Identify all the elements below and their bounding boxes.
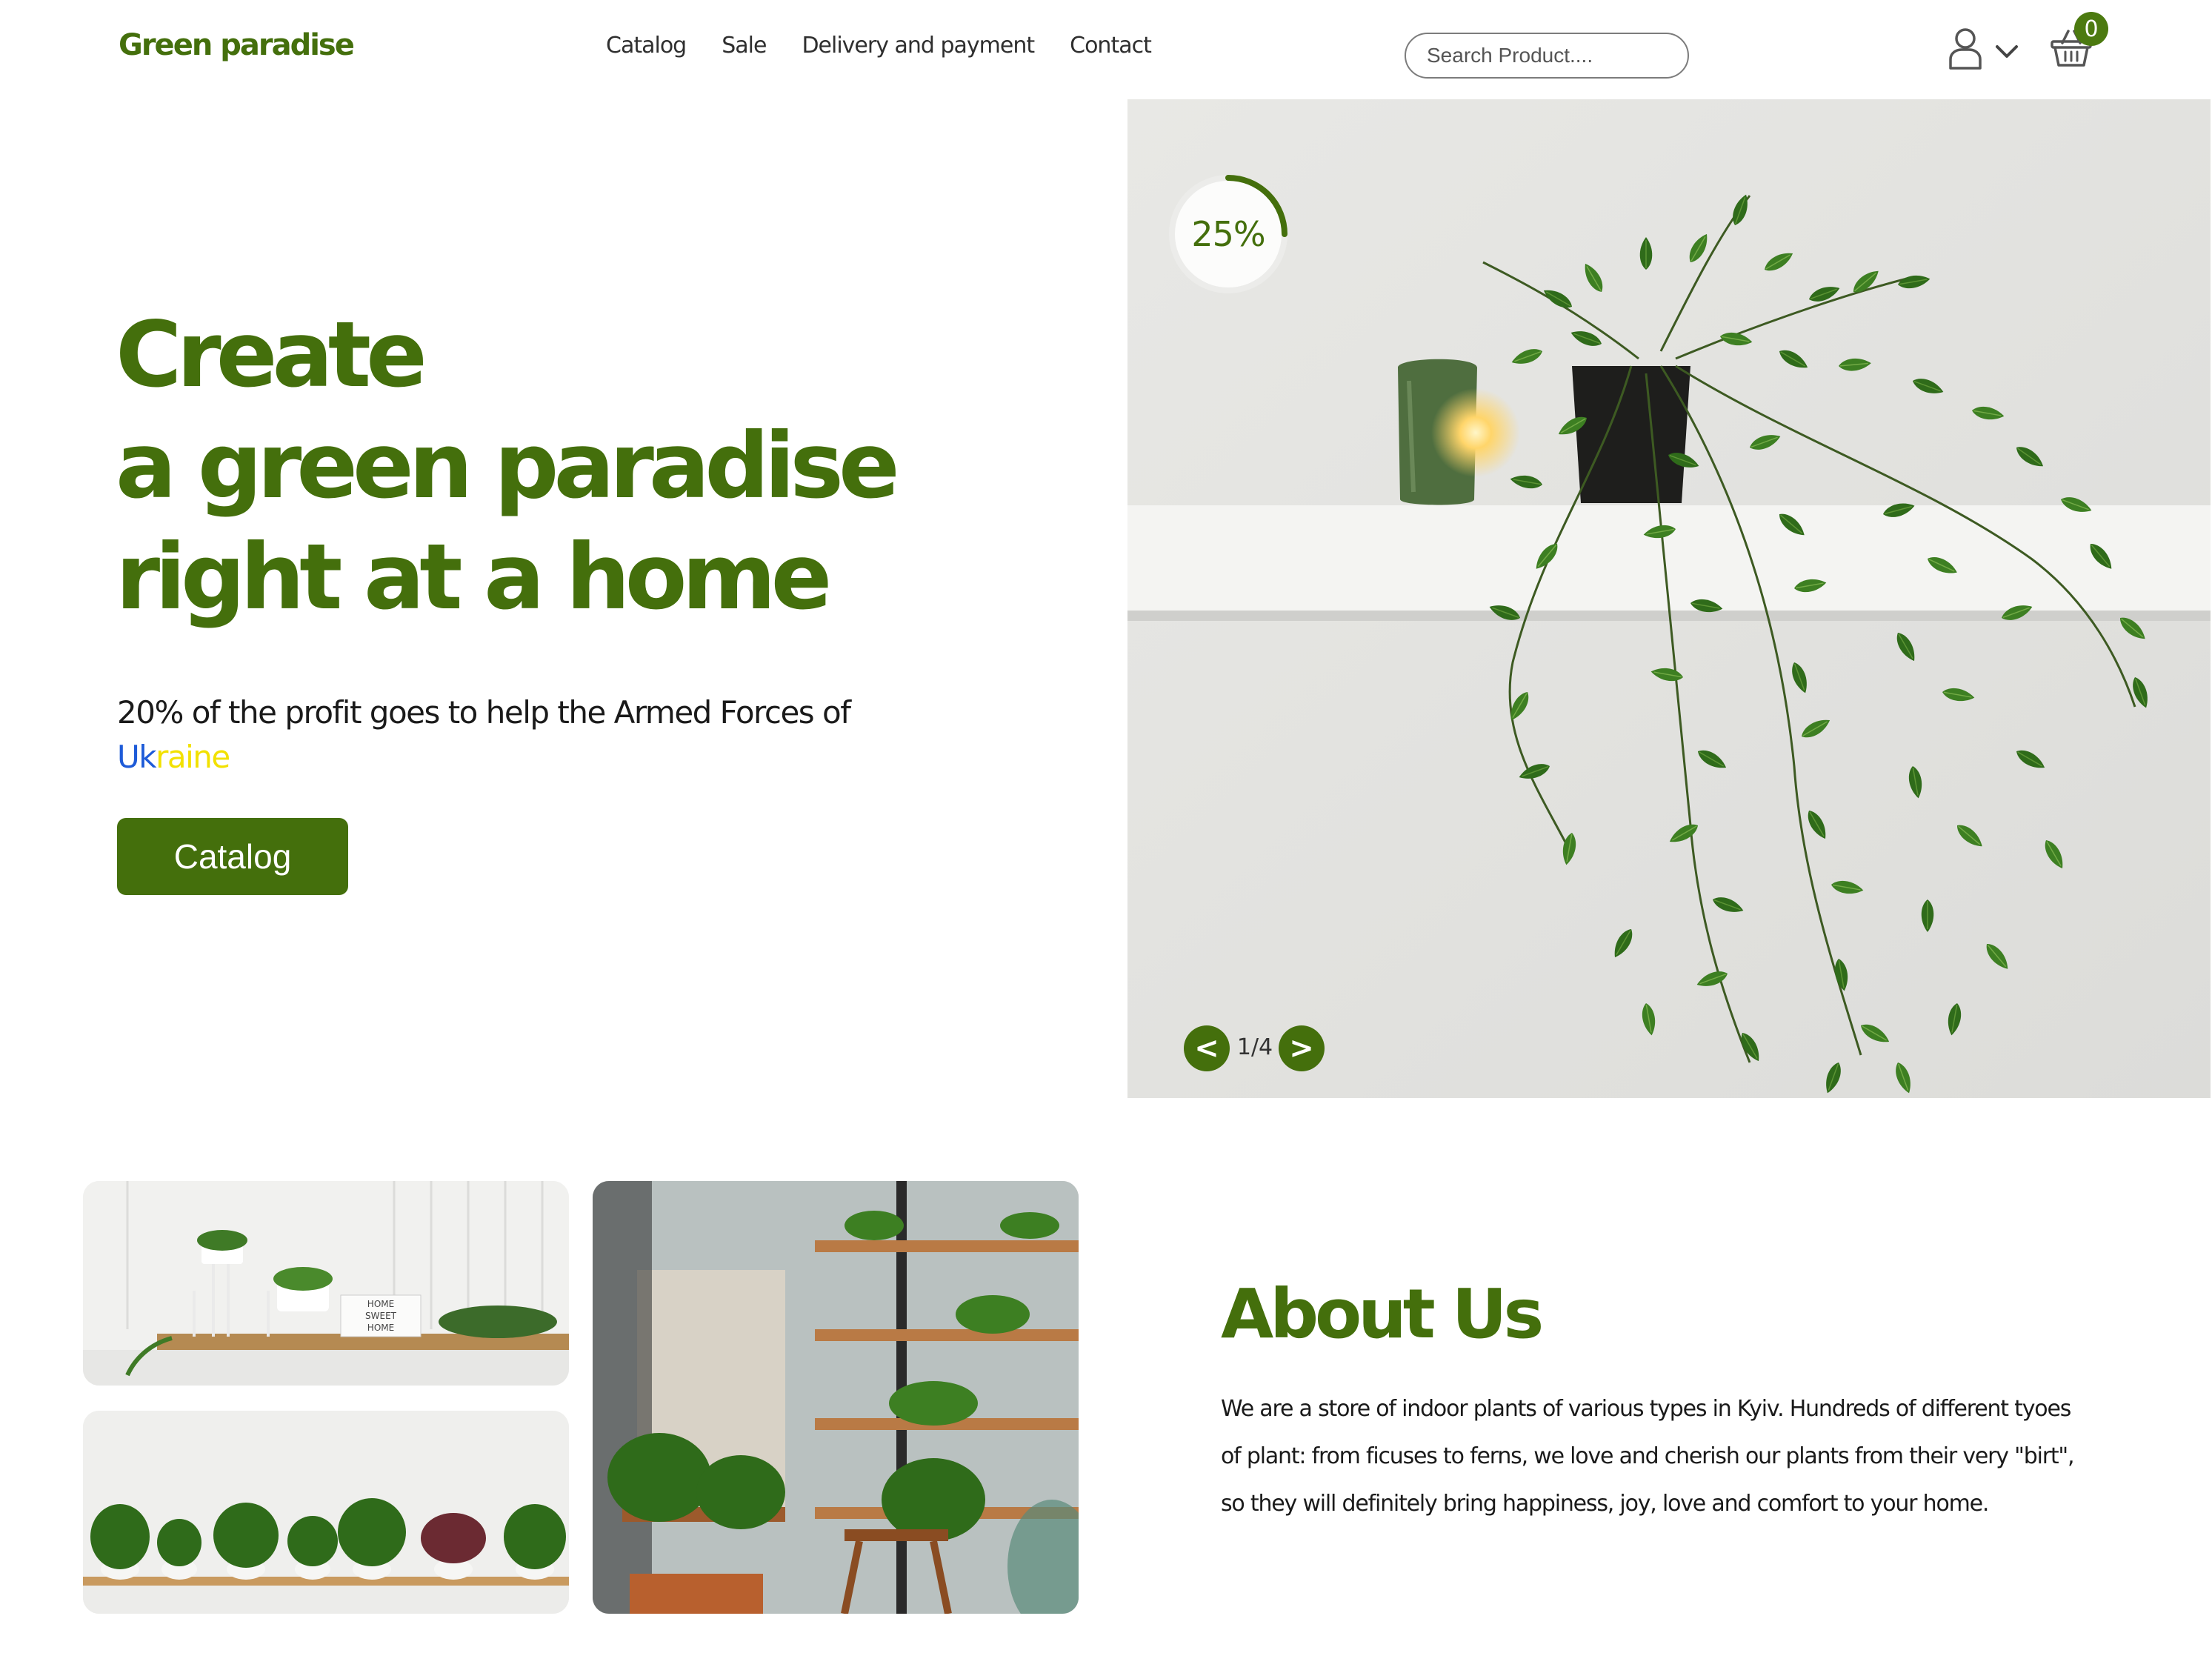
svg-text:HOME: HOME — [367, 1299, 394, 1309]
ukraine-blue-text: Uk — [117, 739, 157, 775]
row-of-potted-plants-illustration — [83, 1411, 569, 1614]
hero-title-line: Create — [116, 302, 427, 408]
slide-counter: 1/4 — [1236, 1034, 1273, 1060]
hero-title-line: a green paradise — [116, 413, 900, 519]
catalog-button[interactable]: Catalog — [117, 818, 348, 895]
search-input[interactable] — [1405, 33, 1689, 79]
about-text: We are a store of indoor plants of vario… — [1221, 1396, 2075, 1517]
hero-slider-image: 25% < 1/4 > — [1127, 99, 2211, 1098]
main-nav: Catalog Sale Delivery and payment Contac… — [606, 33, 1152, 59]
hero-title: Create a green paradise right at a home — [116, 299, 900, 633]
hero-title-line: right at a home — [116, 525, 832, 630]
plant-shop-interior-illustration — [593, 1181, 1079, 1614]
cart-count-badge: 0 — [2074, 12, 2108, 46]
svg-text:SWEET: SWEET — [365, 1311, 397, 1321]
svg-text:HOME: HOME — [367, 1323, 394, 1333]
slider-next-button[interactable]: > — [1279, 1025, 1325, 1071]
about-title: About Us — [1221, 1274, 1544, 1354]
hero-subtitle: 20% of the profit goes to help the Armed… — [117, 691, 851, 779]
plants-on-wooden-shelf-illustration: HOME SWEET HOME — [83, 1181, 569, 1386]
site-logo[interactable]: Green paradise — [119, 28, 355, 62]
chevron-down-icon[interactable] — [1994, 43, 2019, 61]
ukraine-yellow-text: raine — [156, 739, 230, 775]
hero-subtitle-text: 20% of the profit goes to help the Armed… — [117, 694, 851, 731]
slider-prev-button[interactable]: < — [1184, 1025, 1230, 1071]
user-icon[interactable] — [1947, 27, 1984, 70]
gallery-photo-plant-shop — [593, 1181, 1079, 1614]
nav-link-delivery[interactable]: Delivery and payment — [802, 33, 1035, 59]
progress-label: 25% — [1191, 214, 1265, 254]
site-header: Green paradise Catalog Sale Delivery and… — [0, 0, 2212, 99]
nav-link-sale[interactable]: Sale — [722, 33, 767, 59]
nav-link-contact[interactable]: Contact — [1070, 33, 1152, 59]
gallery-photo-home-sweet-home: HOME SWEET HOME — [83, 1181, 569, 1386]
gallery-photo-plant-row — [83, 1411, 569, 1614]
nav-link-catalog[interactable]: Catalog — [606, 33, 687, 59]
